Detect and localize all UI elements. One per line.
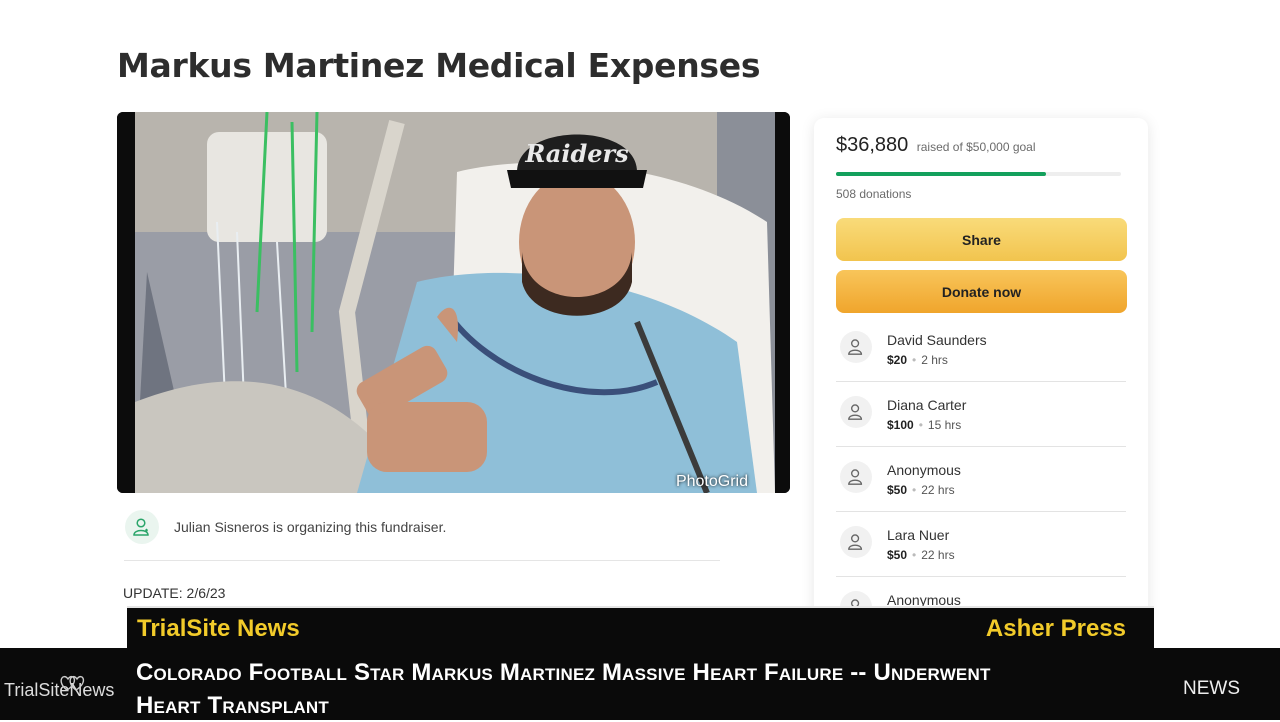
donor-meta: $20 • 2 hrs <box>887 353 948 367</box>
donor-time: 15 hrs <box>927 418 962 432</box>
donor-avatar-icon <box>840 461 872 493</box>
separator-dot: • <box>912 353 917 367</box>
lower-third-bottom-bar: Colorado Football Star Markus Martinez M… <box>0 648 1280 720</box>
news-headline: Colorado Football Star Markus Martinez M… <box>136 659 991 719</box>
goal-text: raised of $50,000 goal <box>916 140 1036 154</box>
raised-amount: $36,880 <box>836 134 909 156</box>
donor-time: 2 hrs <box>921 353 948 367</box>
donor-item: David Saunders $20 • 2 hrs <box>836 317 1126 382</box>
hearts-logo-icon <box>60 674 86 697</box>
donor-name: Anonymous <box>887 462 961 478</box>
donor-amount: $100 <box>887 418 914 432</box>
donor-amount: $50 <box>887 483 908 497</box>
campaign-photo: Raiders PhotoGrid <box>117 112 790 493</box>
news-lower-third: TrialSite News Asher Press Colorado Foot… <box>0 606 1280 720</box>
donor-name: David Saunders <box>887 332 987 348</box>
photo-illustration: Raiders <box>117 112 790 493</box>
update-label: UPDATE: 2/6/23 <box>123 585 226 601</box>
donor-amount: $20 <box>887 353 908 367</box>
organizer-row: Julian Sisneros is organizing this fundr… <box>125 510 446 544</box>
donor-name: Diana Carter <box>887 397 967 413</box>
lower-third-top-bar: TrialSite News Asher Press <box>127 606 1154 650</box>
donate-button[interactable]: Donate now <box>836 270 1127 313</box>
separator-dot: • <box>912 483 917 497</box>
raised-summary: $36,880 raised of $50,000 goal <box>836 134 1036 157</box>
donor-time: 22 hrs <box>921 548 955 562</box>
donor-name: Lara Nuer <box>887 527 950 543</box>
progress-bar <box>836 172 1121 176</box>
donor-item: Diana Carter $100 • 15 hrs <box>836 382 1126 447</box>
news-label: NEWS <box>1183 678 1240 699</box>
separator-dot: • <box>912 548 917 562</box>
donation-sidebar: $36,880 raised of $50,000 goal 508 donat… <box>814 118 1148 618</box>
photo-watermark: PhotoGrid <box>675 473 748 490</box>
donor-time: 22 hrs <box>921 483 955 497</box>
organizer-text: Julian Sisneros is organizing this fundr… <box>174 519 447 535</box>
donor-avatar-icon <box>840 331 872 363</box>
cap-text: Raiders <box>524 139 629 168</box>
donor-meta: $50 • 22 hrs <box>887 483 955 497</box>
news-source: Asher Press <box>985 615 1126 642</box>
donor-avatar-icon <box>840 396 872 428</box>
news-brand: TrialSite News <box>137 615 300 642</box>
page-title: Markus Martinez Medical Expenses <box>117 46 761 85</box>
donor-item: Lara Nuer $50 • 22 hrs <box>836 512 1126 577</box>
donor-meta: $100 • 15 hrs <box>887 418 961 432</box>
organizer-avatar-icon <box>125 510 159 544</box>
separator-dot: • <box>918 418 923 432</box>
donor-meta: $50 • 22 hrs <box>887 548 955 562</box>
donor-avatar-icon <box>840 526 872 558</box>
trialsite-logo: TrialSiteNews <box>4 675 114 701</box>
divider <box>124 560 720 561</box>
donor-list: David Saunders $20 • 2 hrs Diana Carter $1… <box>836 317 1126 618</box>
donor-amount: $50 <box>887 548 908 562</box>
donations-count: 508 donations <box>836 187 912 201</box>
donor-item: Anonymous $50 • 22 hrs <box>836 447 1126 512</box>
share-button[interactable]: Share <box>836 218 1127 261</box>
progress-fill <box>836 172 1047 176</box>
